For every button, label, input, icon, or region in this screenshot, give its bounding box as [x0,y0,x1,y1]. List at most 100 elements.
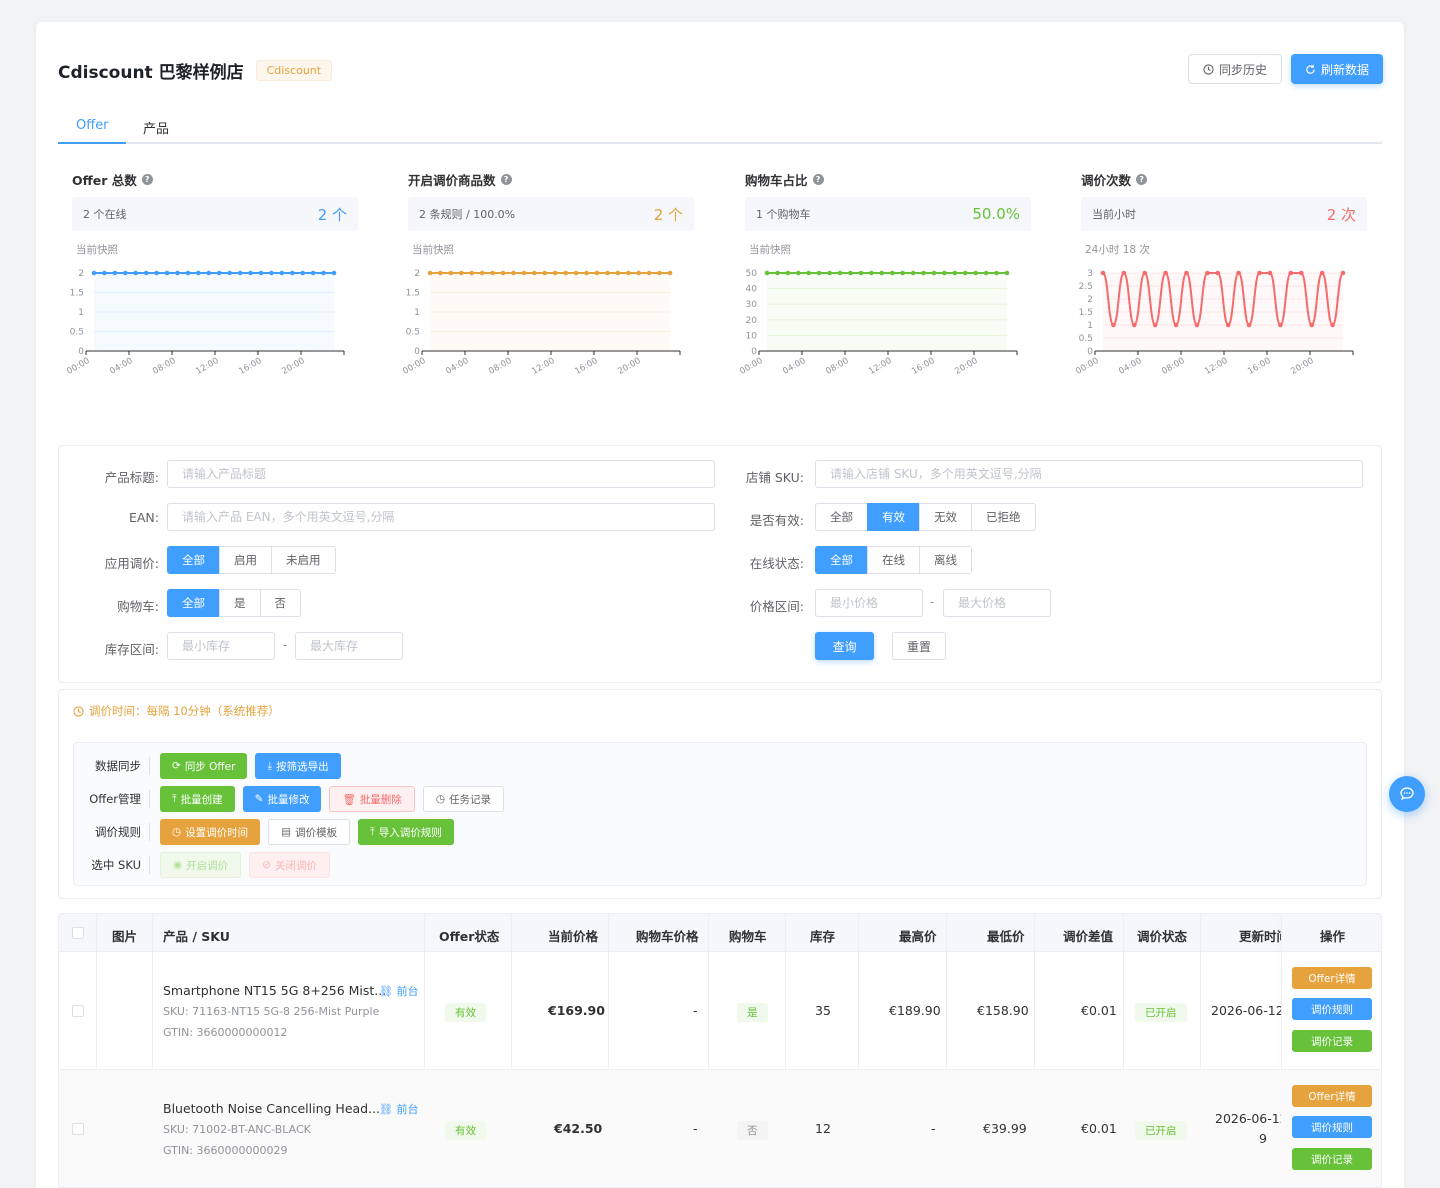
ops-row-offer: Offer管理 ⤒ 批量创建 ✎ 批量修改 🗑 批量删除 ◷ 任务记录 [74,786,504,812]
help-icon[interactable]: ? [500,174,512,185]
data-point [952,270,958,276]
updated-time-wrap: 9 [1259,1131,1267,1146]
data-point [175,270,180,276]
batch-delete-button[interactable]: 🗑 批量删除 [329,786,415,812]
pricing-rule-button[interactable]: 调价规则 [1292,998,1372,1020]
data-point [532,270,537,276]
data-point [1246,322,1252,328]
data-point [1288,270,1294,276]
table-row: Bluetooth Noise Cancelling Head... ⛓ 前台 … [59,1070,1381,1188]
x-tick-label: 04:00 [1117,356,1143,377]
row-checkbox[interactable] [72,1005,84,1017]
pricing-rule-button[interactable]: 调价规则 [1292,1116,1372,1138]
stat-value: 50.0% [972,205,1020,223]
stock-min-input[interactable] [167,632,275,660]
query-button[interactable]: 查询 [815,632,874,660]
sync-offer-button[interactable]: ⟳ 同步 Offer [160,753,248,779]
valid-no-option[interactable]: 无效 [919,503,972,531]
online-all-option[interactable]: 全部 [815,546,868,574]
apply-enabled-option[interactable]: 启用 [219,546,272,574]
stat-title-text: 开启调价商品数 [408,173,496,188]
disable-pricing-button[interactable]: ⊘ 关闭调价 [249,852,330,878]
enable-pricing-button[interactable]: ◉ 开启调价 [160,852,242,878]
data-point [154,270,159,276]
data-point [321,270,326,276]
cart-yes-option[interactable]: 是 [219,589,261,617]
y-tick-label: 1 [414,308,420,318]
apply-all-option[interactable]: 全部 [167,546,220,574]
pricing-log-button[interactable]: 调价记录 [1292,1148,1372,1170]
data-point [459,270,464,276]
set-pricing-time-button[interactable]: ◷ 设置调价时间 [160,819,261,845]
data-point [552,270,558,276]
pricing-log-button[interactable]: 调价记录 [1292,1030,1372,1052]
help-icon[interactable]: ? [141,174,153,185]
offer-detail-button[interactable]: Offer详情 [1292,967,1372,989]
stat-line-chart: 50 40 30 20 10 000:00 04:00 08:00 12:00 16:00 20:0… [738,269,1018,377]
front-link[interactable]: ⛓ 前台 [379,983,418,999]
cart-badge: 否 [737,1121,768,1140]
y-tick-label: 2 [78,269,84,279]
apply-disabled-option[interactable]: 未启用 [271,546,336,574]
price-max-input[interactable] [943,589,1051,617]
export-button[interactable]: ⤓ 按筛选导出 [255,753,341,779]
header-current-price: 当前价格 [548,929,599,944]
clock-icon [1203,63,1214,75]
online-filter-label: 在线状态: [749,556,804,571]
front-link[interactable]: ⛓ 前台 [379,1101,418,1117]
data-point [123,270,128,276]
stock-range-dash: - [283,638,288,652]
header-price-diff: 调价差值 [1063,929,1114,944]
task-log-button[interactable]: ◷ 任务记录 [422,786,504,812]
valid-rejected-option[interactable]: 已拒绝 [971,503,1036,531]
y-tick-label: 50 [746,269,758,279]
online-on-option[interactable]: 在线 [867,546,920,574]
batch-edit-button[interactable]: ✎ 批量修改 [242,786,322,812]
batch-delete-label: 批量删除 [359,793,402,806]
header-stock: 库存 [810,929,836,944]
title-input[interactable] [167,460,715,488]
valid-all-option[interactable]: 全部 [815,503,868,531]
data-point [1225,322,1231,328]
x-tick-label: 16:00 [237,356,263,377]
cart-no-option[interactable]: 否 [259,589,301,617]
stat-caption: 24小时 18 次 [1085,244,1150,256]
y-tick-label: 0 [1087,347,1093,357]
online-segment: 全部 在线 离线 [815,546,972,574]
product-sku: SKU: 71002-BT-ANC-BLACK [163,1123,311,1136]
y-tick-label: 3 [1087,269,1093,279]
valid-yes-option[interactable]: 有效 [867,503,920,531]
data-point [605,270,610,276]
ean-input[interactable] [167,503,715,531]
pricing-template-button[interactable]: ▤ 调价模板 [268,819,351,845]
price-min-input[interactable] [815,589,923,617]
front-link-label: 前台 [396,985,419,998]
row-checkbox[interactable] [72,1123,84,1135]
offer-detail-button[interactable]: Offer详情 [1292,1085,1372,1107]
price-diff: €0.01 [1081,1003,1117,1018]
refresh-button[interactable]: 刷新数据 [1291,54,1384,84]
product-name: Smartphone NT15 5G 8+256 Mist... [163,983,387,998]
upload-icon: ⤒ [172,792,177,805]
batch-create-button[interactable]: ⤒ 批量创建 [160,786,235,812]
tab-offer[interactable]: Offer [76,118,109,133]
data-point [1121,270,1127,276]
tab-product[interactable]: 产品 [143,118,169,137]
y-tick-label: 20 [746,316,758,326]
help-icon[interactable]: ? [812,174,824,185]
data-point [764,270,770,276]
chat-float-button[interactable] [1389,776,1425,812]
stock-max-input[interactable] [295,632,403,660]
header-actions: 操作 [1320,929,1346,944]
cart-all-option[interactable]: 全部 [167,589,220,617]
sync-history-button[interactable]: 同步历史 [1188,54,1283,84]
online-off-option[interactable]: 离线 [919,546,972,574]
ean-filter-label: EAN: [128,510,159,525]
select-all-checkbox[interactable] [72,927,84,939]
reset-button[interactable]: 重置 [892,632,946,660]
stat-value: 2 个 [653,205,683,224]
data-point [331,270,337,276]
help-icon[interactable]: ? [1136,174,1148,185]
sku-input[interactable] [815,460,1363,488]
import-rules-button[interactable]: ⤒ 导入调价规则 [358,819,454,845]
